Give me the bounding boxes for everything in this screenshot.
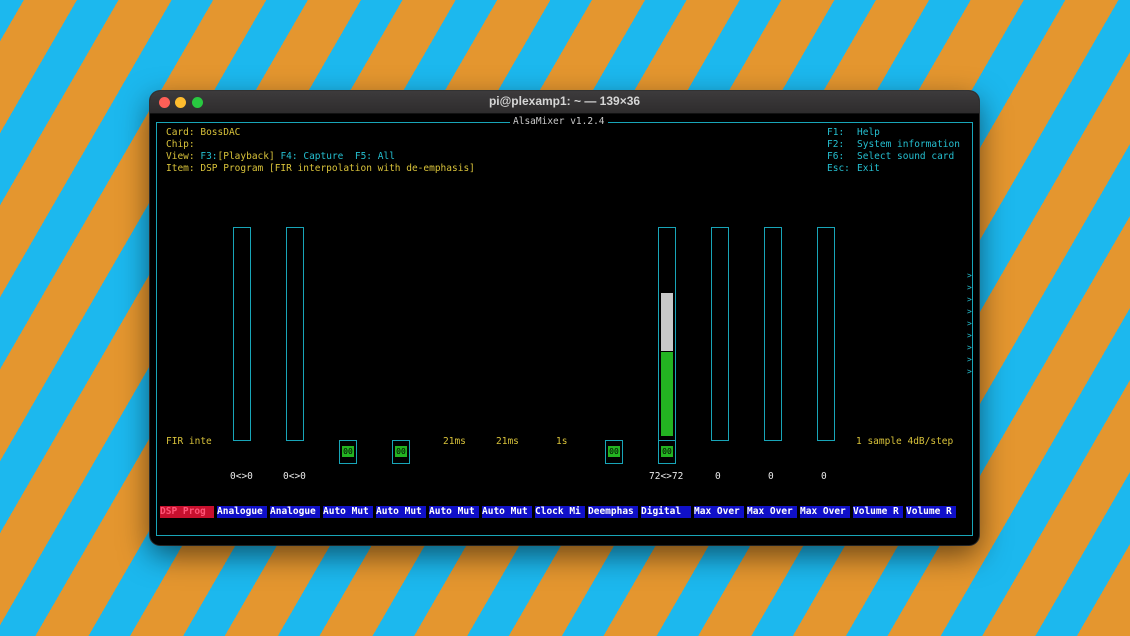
auto-mute-switch-1-state: 00 <box>342 446 354 457</box>
deemphasis-switch[interactable]: 00 <box>605 440 623 464</box>
auto-mute-time-1: 21ms <box>443 436 466 447</box>
scroll-right-icon[interactable]: > <box>967 284 972 292</box>
help-key-f6: F6: <box>827 151 845 162</box>
help-text-f2: System information <box>857 139 960 150</box>
auto-mute-switch-2-state: 00 <box>395 446 407 457</box>
item-label: Item: <box>166 163 195 174</box>
view-label: View: <box>166 151 195 162</box>
help-key-f1: F1: <box>827 127 845 138</box>
control-label-volume-ramp-1[interactable]: Volume R <box>853 506 903 518</box>
max-over-slider-2[interactable] <box>764 227 782 441</box>
scroll-right-icon[interactable]: > <box>967 296 972 304</box>
chip-label: Chip: <box>166 139 195 150</box>
max-over-value-1: 0 <box>715 471 721 482</box>
control-label-auto-mute-4[interactable]: Auto Mut <box>482 506 532 518</box>
help-text-esc: Exit <box>857 163 880 174</box>
control-label-auto-mute-3[interactable]: Auto Mut <box>429 506 479 518</box>
control-label-max-over-1[interactable]: Max Over <box>694 506 744 518</box>
item-value: DSP Program [FIR interpolation with de-e… <box>200 163 475 174</box>
auto-mute-switch-2[interactable]: 00 <box>392 440 410 464</box>
control-label-auto-mute-2[interactable]: Auto Mut <box>376 506 426 518</box>
digital-level-high <box>661 293 673 351</box>
control-label-auto-mute-1[interactable]: Auto Mut <box>323 506 373 518</box>
digital-level-green <box>661 352 673 436</box>
auto-mute-time-2: 21ms <box>496 436 519 447</box>
scroll-right-icon[interactable]: > <box>967 308 972 316</box>
deemphasis-switch-state: 00 <box>608 446 620 457</box>
view-all[interactable]: All <box>378 151 395 162</box>
max-over-value-3: 0 <box>821 471 827 482</box>
mixer-frame <box>156 122 973 536</box>
control-label-analogue-1[interactable]: Analogue <box>217 506 267 518</box>
scroll-right-icon[interactable]: > <box>967 332 972 340</box>
control-label-clock-missing[interactable]: Clock Mi <box>535 506 585 518</box>
digital-switch[interactable]: 00 <box>658 440 676 464</box>
help-text-f6: Select sound card <box>857 151 955 162</box>
analogue-value-1: 0<>0 <box>230 471 253 482</box>
view-capture[interactable]: Capture <box>303 151 343 162</box>
control-label-dsp-program[interactable]: DSP Prog <box>160 506 214 518</box>
scroll-right-icon[interactable]: > <box>967 320 972 328</box>
control-label-max-over-2[interactable]: Max Over <box>747 506 797 518</box>
view-line: View: F3:[Playback] F4: Capture F5: All <box>166 151 395 163</box>
scroll-right-icon[interactable]: > <box>967 344 972 352</box>
digital-switch-state: 00 <box>661 446 673 457</box>
card-label: Card: <box>166 127 195 138</box>
window-title: pi@plexamp1: ~ — 139×36 <box>488 94 641 108</box>
help-key-esc: Esc: <box>827 163 850 174</box>
terminal-content[interactable]: AlsaMixer v1.2.4 Card: BossDAC Chip: Vie… <box>150 114 979 545</box>
dsp-program-value: FIR inte <box>166 436 212 447</box>
scroll-right-icon[interactable]: > <box>967 272 972 280</box>
help-text-f1: Help <box>857 127 880 138</box>
analogue-slider-2[interactable] <box>286 227 304 441</box>
card-value: BossDAC <box>200 127 241 138</box>
analogue-slider-1[interactable] <box>233 227 251 441</box>
control-label-digital[interactable]: Digital <box>641 506 691 518</box>
control-label-analogue-2[interactable]: Analogue <box>270 506 320 518</box>
control-label-max-over-3[interactable]: Max Over <box>800 506 850 518</box>
view-f5-key: F5: <box>354 151 373 162</box>
max-over-slider-3[interactable] <box>817 227 835 441</box>
scroll-right-icon[interactable]: > <box>967 356 972 364</box>
item-line: Item: DSP Program [FIR interpolation wit… <box>166 163 475 175</box>
mixer-title: AlsaMixer v1.2.4 <box>510 116 608 128</box>
view-f4-key: F4: <box>280 151 298 162</box>
volume-ramp-value: 1 sample 4dB/step <box>856 436 954 447</box>
clock-missing-value: 1s <box>556 436 568 447</box>
control-label-volume-ramp-2[interactable]: Volume R <box>906 506 956 518</box>
view-f3-key: F3: <box>200 151 218 162</box>
analogue-value-2: 0<>0 <box>283 471 306 482</box>
view-playback[interactable]: [Playback] <box>218 151 275 162</box>
terminal-window: pi@plexamp1: ~ — 139×36 AlsaMixer v1.2.4… <box>150 91 979 545</box>
digital-value: 72<>72 <box>649 471 684 482</box>
max-over-value-2: 0 <box>768 471 774 482</box>
max-over-slider-1[interactable] <box>711 227 729 441</box>
digital-slider[interactable] <box>658 227 676 441</box>
scroll-right-icon[interactable]: > <box>967 368 972 376</box>
title-bar[interactable]: pi@plexamp1: ~ — 139×36 <box>150 91 979 114</box>
card-line: Card: BossDAC <box>166 127 240 139</box>
auto-mute-switch-1[interactable]: 00 <box>339 440 357 464</box>
help-key-f2: F2: <box>827 139 845 150</box>
control-label-deemphasis[interactable]: Deemphas <box>588 506 638 518</box>
